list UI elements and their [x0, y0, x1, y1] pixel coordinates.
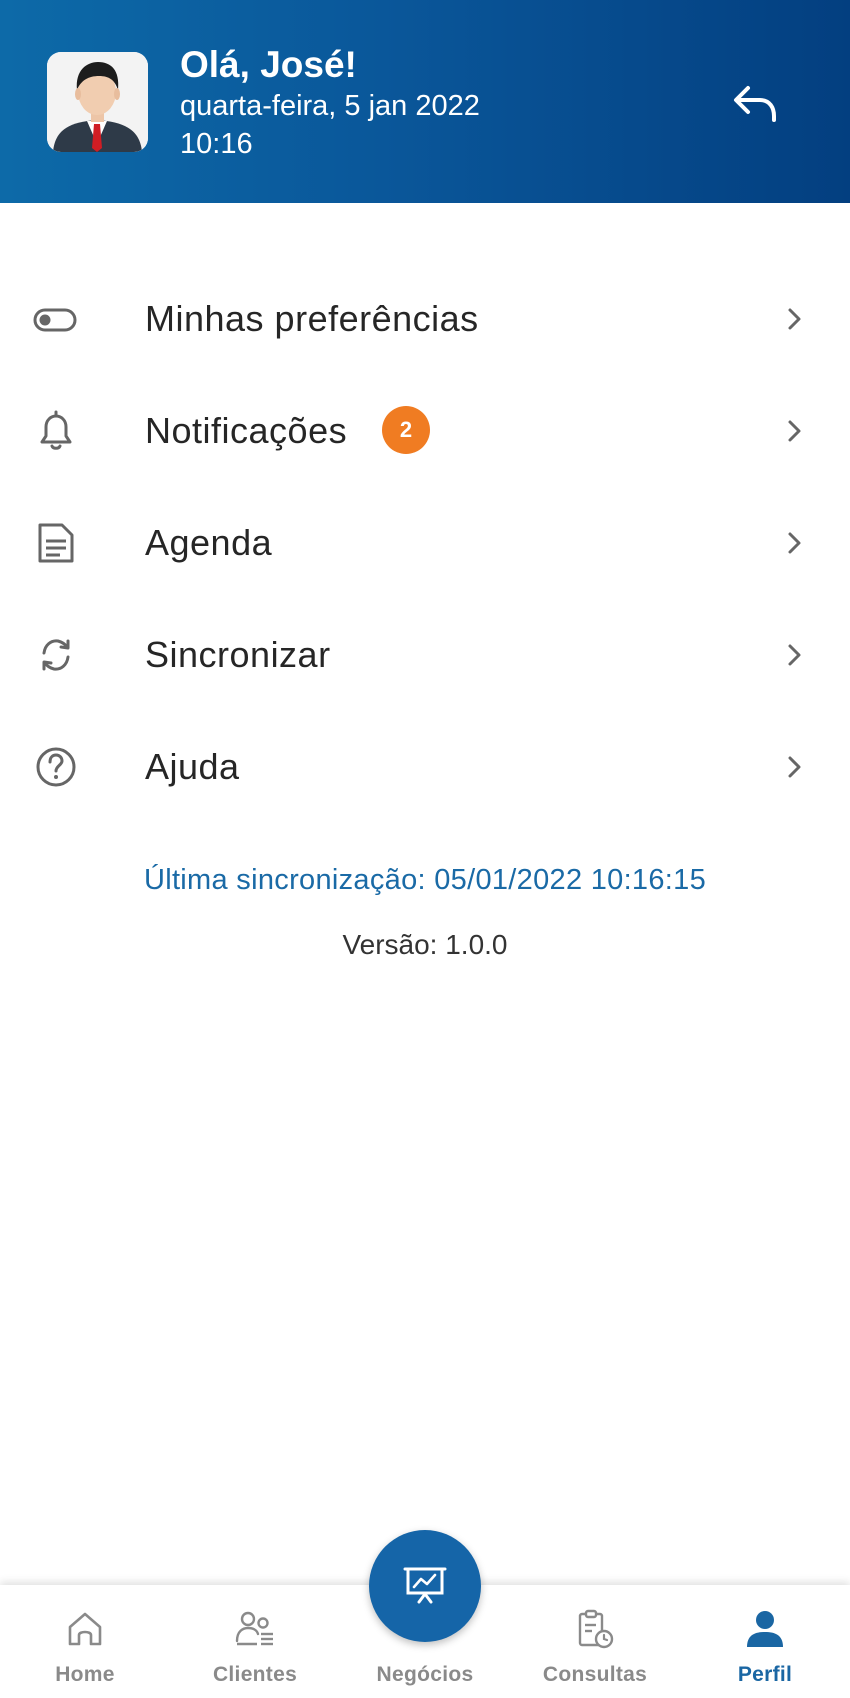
presentation-chart-icon [403, 1567, 447, 1604]
notification-count-badge: 2 [382, 406, 430, 454]
nav-label: Negócios [376, 1663, 474, 1686]
nav-item-business-fab[interactable] [369, 1530, 481, 1642]
profile-menu: Minhas preferências Notificações 2 Agend… [0, 263, 850, 823]
home-icon [68, 1612, 102, 1646]
nav-item-clients[interactable]: Clientes [185, 1585, 325, 1698]
chevron-right-icon [782, 305, 808, 333]
last-sync-text: Última sincronização: 05/01/2022 10:16:1… [143, 864, 707, 896]
menu-item-agenda[interactable]: Agenda [0, 487, 850, 599]
document-icon [30, 521, 82, 565]
chevron-right-icon [782, 641, 808, 669]
menu-item-label: Ajuda [145, 746, 240, 787]
clipboard-clock-icon [578, 1609, 614, 1649]
profile-header: Olá, José! quarta-feira, 5 jan 2022 10:1… [0, 0, 850, 203]
chevron-right-icon [782, 753, 808, 781]
menu-item-label: Notificações [145, 410, 348, 451]
menu-item-help[interactable]: Ajuda [0, 711, 850, 823]
chevron-right-icon [782, 417, 808, 445]
clients-icon [235, 1611, 273, 1646]
nav-item-profile[interactable]: Perfil [695, 1585, 835, 1698]
nav-item-home[interactable]: Home [15, 1585, 155, 1698]
sync-icon [30, 633, 82, 677]
user-avatar-icon [47, 52, 148, 152]
menu-item-label: Agenda [145, 522, 273, 563]
current-time: 10:16 [180, 128, 253, 160]
menu-item-notifications[interactable]: Notificações 2 [0, 375, 850, 487]
help-circle-icon [30, 745, 82, 789]
bell-icon [30, 409, 82, 453]
app-version-text: Versão: 1.0.0 [342, 929, 508, 960]
menu-item-sync[interactable]: Sincronizar [0, 599, 850, 711]
reply-arrow-icon[interactable] [730, 78, 782, 130]
menu-item-label: Sincronizar [145, 634, 331, 675]
nav-label: Consultas [542, 1663, 648, 1686]
current-date: quarta-feira, 5 jan 2022 [180, 90, 480, 122]
person-icon [747, 1611, 783, 1647]
menu-item-label: Minhas preferências [145, 298, 479, 339]
nav-label: Clientes [212, 1663, 298, 1686]
greeting-title: Olá, José! [180, 44, 357, 85]
menu-item-preferences[interactable]: Minhas preferências [0, 263, 850, 375]
nav-item-consultas[interactable]: Consultas [525, 1585, 665, 1698]
nav-label: Perfil [737, 1663, 793, 1686]
chevron-right-icon [782, 529, 808, 557]
nav-label: Home [55, 1663, 115, 1686]
toggle-icon [30, 297, 82, 341]
